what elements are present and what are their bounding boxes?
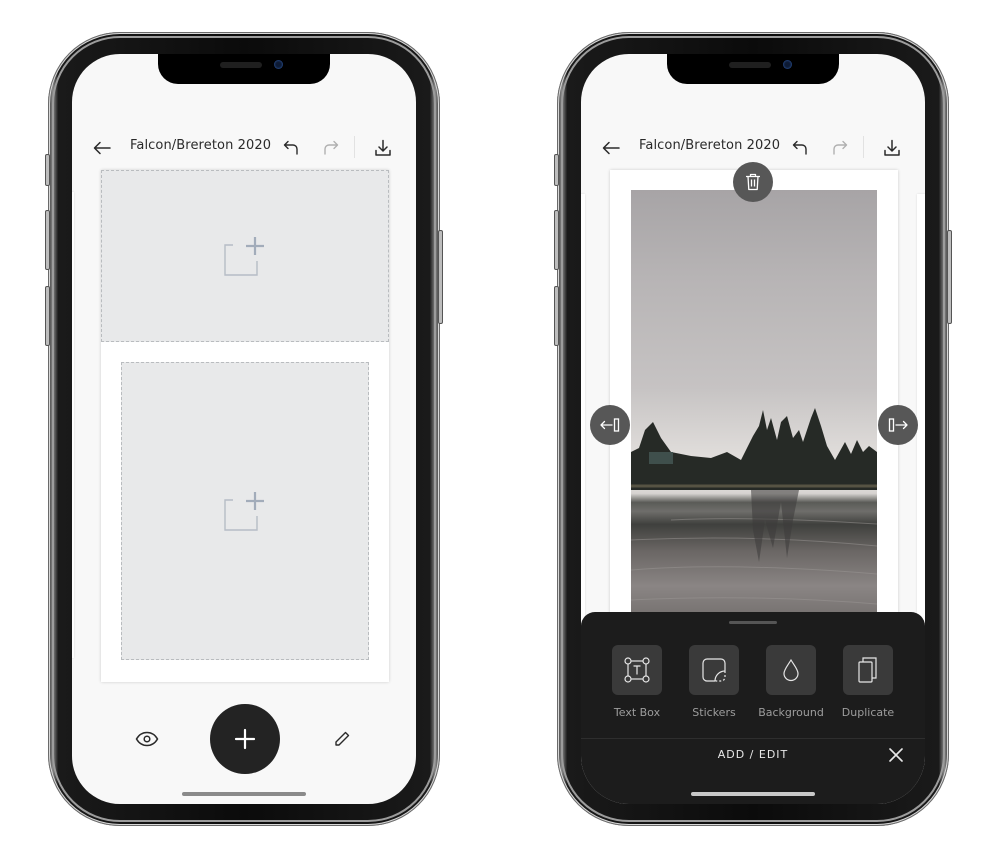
pencil-icon (335, 731, 350, 746)
duplicate-label: Duplicate (841, 706, 895, 719)
previous-page-edge[interactable] (72, 192, 74, 658)
mute-switch (45, 154, 50, 186)
header-divider (354, 136, 355, 158)
add-edit-sheet: Text Box Stickers Background Duplicate A… (581, 612, 925, 804)
project-title: Falcon/Brereton 2020 (639, 138, 781, 153)
screen-left: Falcon/Brereton 2020 (72, 54, 416, 804)
download-button[interactable] (371, 136, 395, 160)
add-button[interactable] (210, 704, 280, 774)
duplicate-tool[interactable]: Duplicate (835, 645, 901, 719)
redo-icon (833, 140, 848, 155)
phone-frame-right: Falcon/Brereton 2020 Text Box Stickers B… (554, 32, 952, 826)
previous-page-edge[interactable] (581, 194, 585, 634)
speaker (729, 62, 771, 68)
text-box-icon (624, 657, 650, 683)
bottom-photo-slot[interactable] (121, 362, 369, 660)
speaker (220, 62, 262, 68)
eye-icon (135, 731, 159, 747)
text-box-label: Text Box (613, 706, 661, 719)
header-divider (863, 136, 864, 158)
story-page (610, 170, 898, 630)
next-page-edge[interactable] (917, 194, 925, 634)
home-indicator[interactable] (691, 792, 815, 796)
redo-button[interactable] (319, 136, 343, 160)
phone-frame-left: Falcon/Brereton 2020 (45, 32, 443, 826)
stickers-label: Stickers (692, 706, 736, 719)
move-right-icon (888, 418, 908, 432)
volume-up-button (554, 210, 559, 270)
add-photo-icon (224, 492, 264, 531)
move-left-button[interactable] (590, 405, 630, 445)
screen-right: Falcon/Brereton 2020 Text Box Stickers B… (581, 54, 925, 804)
notch (158, 54, 330, 84)
front-camera (783, 60, 792, 69)
home-indicator[interactable] (182, 792, 306, 796)
undo-icon (792, 140, 807, 155)
duplicate-icon (858, 657, 877, 683)
back-button[interactable] (599, 136, 623, 160)
redo-icon (324, 140, 339, 155)
sheet-title: ADD / EDIT (717, 748, 789, 761)
project-title: Falcon/Brereton 2020 (130, 138, 272, 153)
bottom-toolbar (72, 704, 416, 774)
notch (667, 54, 839, 84)
close-icon (889, 748, 903, 762)
sheet-divider (581, 738, 925, 739)
story-page (101, 170, 389, 682)
power-button (438, 230, 443, 324)
undo-button[interactable] (788, 136, 812, 160)
landscape-illustration (631, 408, 877, 605)
download-icon (375, 139, 391, 156)
stickers-tool[interactable]: Stickers (681, 645, 747, 719)
top-photo-slot[interactable] (101, 170, 389, 342)
download-icon (884, 139, 900, 156)
undo-button[interactable] (279, 136, 303, 160)
volume-down-button (554, 286, 559, 346)
download-button[interactable] (880, 136, 904, 160)
add-photo-icon (224, 237, 264, 276)
front-camera (274, 60, 283, 69)
text-box-tool[interactable]: Text Box (604, 645, 670, 719)
volume-up-button (45, 210, 50, 270)
back-button[interactable] (90, 136, 114, 160)
background-tool[interactable]: Background (758, 645, 824, 719)
trash-icon (746, 173, 760, 191)
arrow-left-icon (93, 141, 111, 155)
mute-switch (554, 154, 559, 186)
droplet-icon (783, 658, 799, 682)
move-left-icon (600, 418, 620, 432)
arrow-left-icon (602, 141, 620, 155)
close-sheet-button[interactable] (887, 746, 905, 764)
background-label: Background (758, 706, 824, 719)
editor-header: Falcon/Brereton 2020 (72, 124, 416, 172)
volume-down-button (45, 286, 50, 346)
preview-button[interactable] (135, 727, 159, 751)
move-right-button[interactable] (878, 405, 918, 445)
plus-icon (234, 728, 256, 750)
edit-button[interactable] (330, 727, 354, 751)
undo-icon (283, 140, 298, 155)
sticker-icon (702, 658, 726, 682)
power-button (947, 230, 952, 324)
redo-button[interactable] (828, 136, 852, 160)
sheet-drag-handle[interactable] (729, 621, 777, 624)
lake-with-pine-trees-photo[interactable] (631, 190, 877, 630)
delete-button[interactable] (733, 162, 773, 202)
